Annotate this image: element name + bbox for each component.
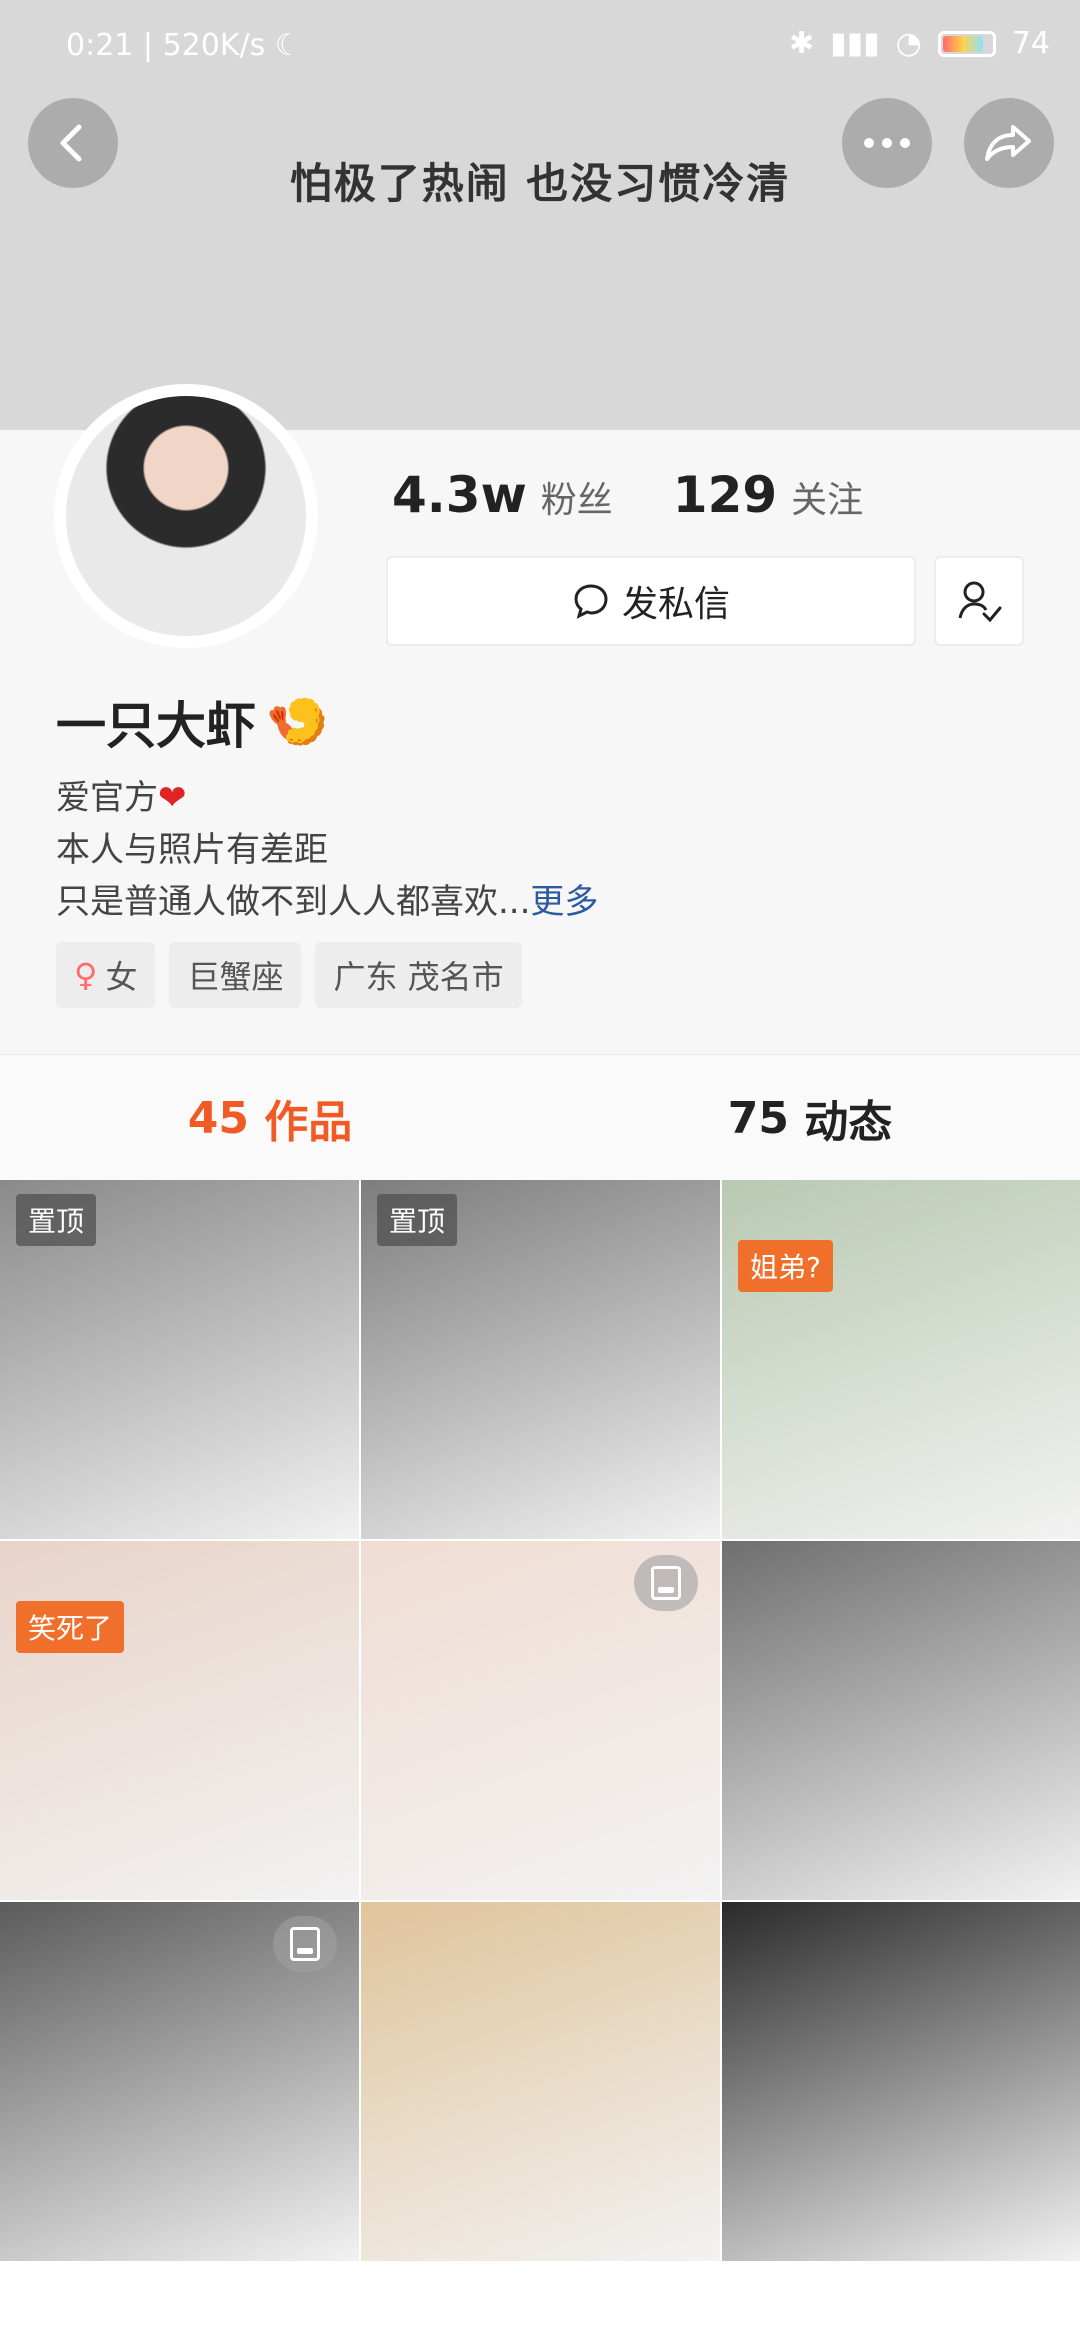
caption-badge: 姐弟? [738, 1240, 833, 1292]
following-count: 129 [672, 466, 778, 524]
tab-works[interactable]: 45 作品 [0, 1055, 540, 1181]
photo-album-icon [273, 1916, 337, 1972]
tag-location: 广东 茂名市 [315, 942, 522, 1008]
work-thumbnail[interactable]: 置顶 [0, 1180, 359, 1539]
content-tabs: 45 作品 75 动态 [0, 1054, 1080, 1181]
bio-line-1: 爱官方❤ [56, 778, 187, 818]
profile-info: 4.3w 粉丝 129 关注 发私信 一只大虾 🍤 爱官方❤ 本人与照片有差距 只是… [0, 390, 1080, 1050]
followers-stat[interactable]: 4.3w 粉丝 [392, 466, 613, 524]
follow-button[interactable] [934, 556, 1024, 646]
work-thumbnail[interactable]: 置顶 [361, 1180, 720, 1539]
battery-percent: 74 [1011, 26, 1050, 61]
send-message-label: 发私信 [621, 584, 730, 625]
following-stat[interactable]: 129 关注 [673, 466, 863, 524]
status-speed: 520K/s [162, 28, 266, 63]
banner-signature: 怕极了热闹 也没习惯冷清 [289, 159, 791, 208]
avatar-image [66, 396, 306, 636]
pinned-badge: 置顶 [377, 1194, 458, 1246]
work-thumbnail[interactable] [722, 1902, 1080, 2261]
chat-bubble-icon [574, 584, 608, 619]
work-thumbnail[interactable] [0, 1902, 359, 2261]
user-check-icon [958, 581, 1002, 623]
work-thumbnail[interactable] [361, 1541, 720, 1900]
bluetooth-icon: ✱ [788, 26, 815, 61]
tag-zodiac: 巨蟹座 [169, 942, 302, 1008]
bio-more-link[interactable]: 更多 [530, 882, 598, 922]
bio: 爱官方❤ 本人与照片有差距 只是普通人做不到人人都喜欢...更多 [56, 772, 598, 928]
signal-icon: ▮▮▮ [830, 26, 880, 61]
status-left: 0:21 | 520K/s ☾ [66, 28, 302, 63]
avatar[interactable] [60, 390, 312, 642]
moon-icon: ☾ [274, 28, 302, 63]
status-bar: 0:21 | 520K/s ☾ ✱ ▮▮▮ ◔ 74 [0, 0, 1080, 96]
female-icon: ♀ [74, 956, 98, 994]
works-grid: 置顶 置顶姐弟? 笑死了 [0, 1180, 1080, 2340]
work-thumbnail[interactable]: 姐弟? [722, 1180, 1080, 1539]
status-time: 0:21 [66, 28, 134, 63]
bio-line-3: 只是普通人做不到人人都喜欢...更多 [56, 882, 599, 922]
followers-count: 4.3w [392, 466, 527, 524]
status-right: ✱ ▮▮▮ ◔ 74 [789, 26, 1050, 61]
following-label: 关注 [791, 480, 864, 521]
work-thumbnail[interactable] [722, 1541, 1080, 1900]
more-dots-icon [864, 138, 910, 148]
nickname: 一只大虾 🍤 [56, 686, 328, 758]
battery-icon [937, 30, 996, 57]
send-message-button[interactable]: 发私信 [386, 556, 916, 646]
pinned-badge: 置顶 [16, 1194, 97, 1246]
shrimp-emoji-icon: 🍤 [266, 692, 329, 751]
bio-line-2: 本人与照片有差距 [56, 830, 328, 870]
status-separator: | [142, 28, 154, 63]
caption-badge: 笑死了 [16, 1601, 125, 1653]
work-thumbnail[interactable]: 笑死了 [0, 1541, 359, 1900]
nickname-text: 一只大虾 [56, 697, 256, 755]
work-thumbnail[interactable] [361, 1902, 720, 2261]
tab-moments[interactable]: 75 动态 [540, 1055, 1080, 1181]
tag-gender: ♀ 女 [56, 942, 156, 1008]
photo-album-icon [634, 1555, 698, 1611]
profile-stats: 4.3w 粉丝 129 关注 [392, 466, 863, 524]
profile-header-banner: 0:21 | 520K/s ☾ ✱ ▮▮▮ ◔ 74 怕极了热闹 也没习惯冷清 [0, 0, 1080, 430]
profile-tags: ♀ 女 巨蟹座 广东 茂名市 [56, 942, 522, 1008]
heart-emoji-icon: ❤ [158, 778, 187, 818]
wifi-icon: ◔ [895, 26, 922, 61]
followers-label: 粉丝 [540, 480, 613, 521]
